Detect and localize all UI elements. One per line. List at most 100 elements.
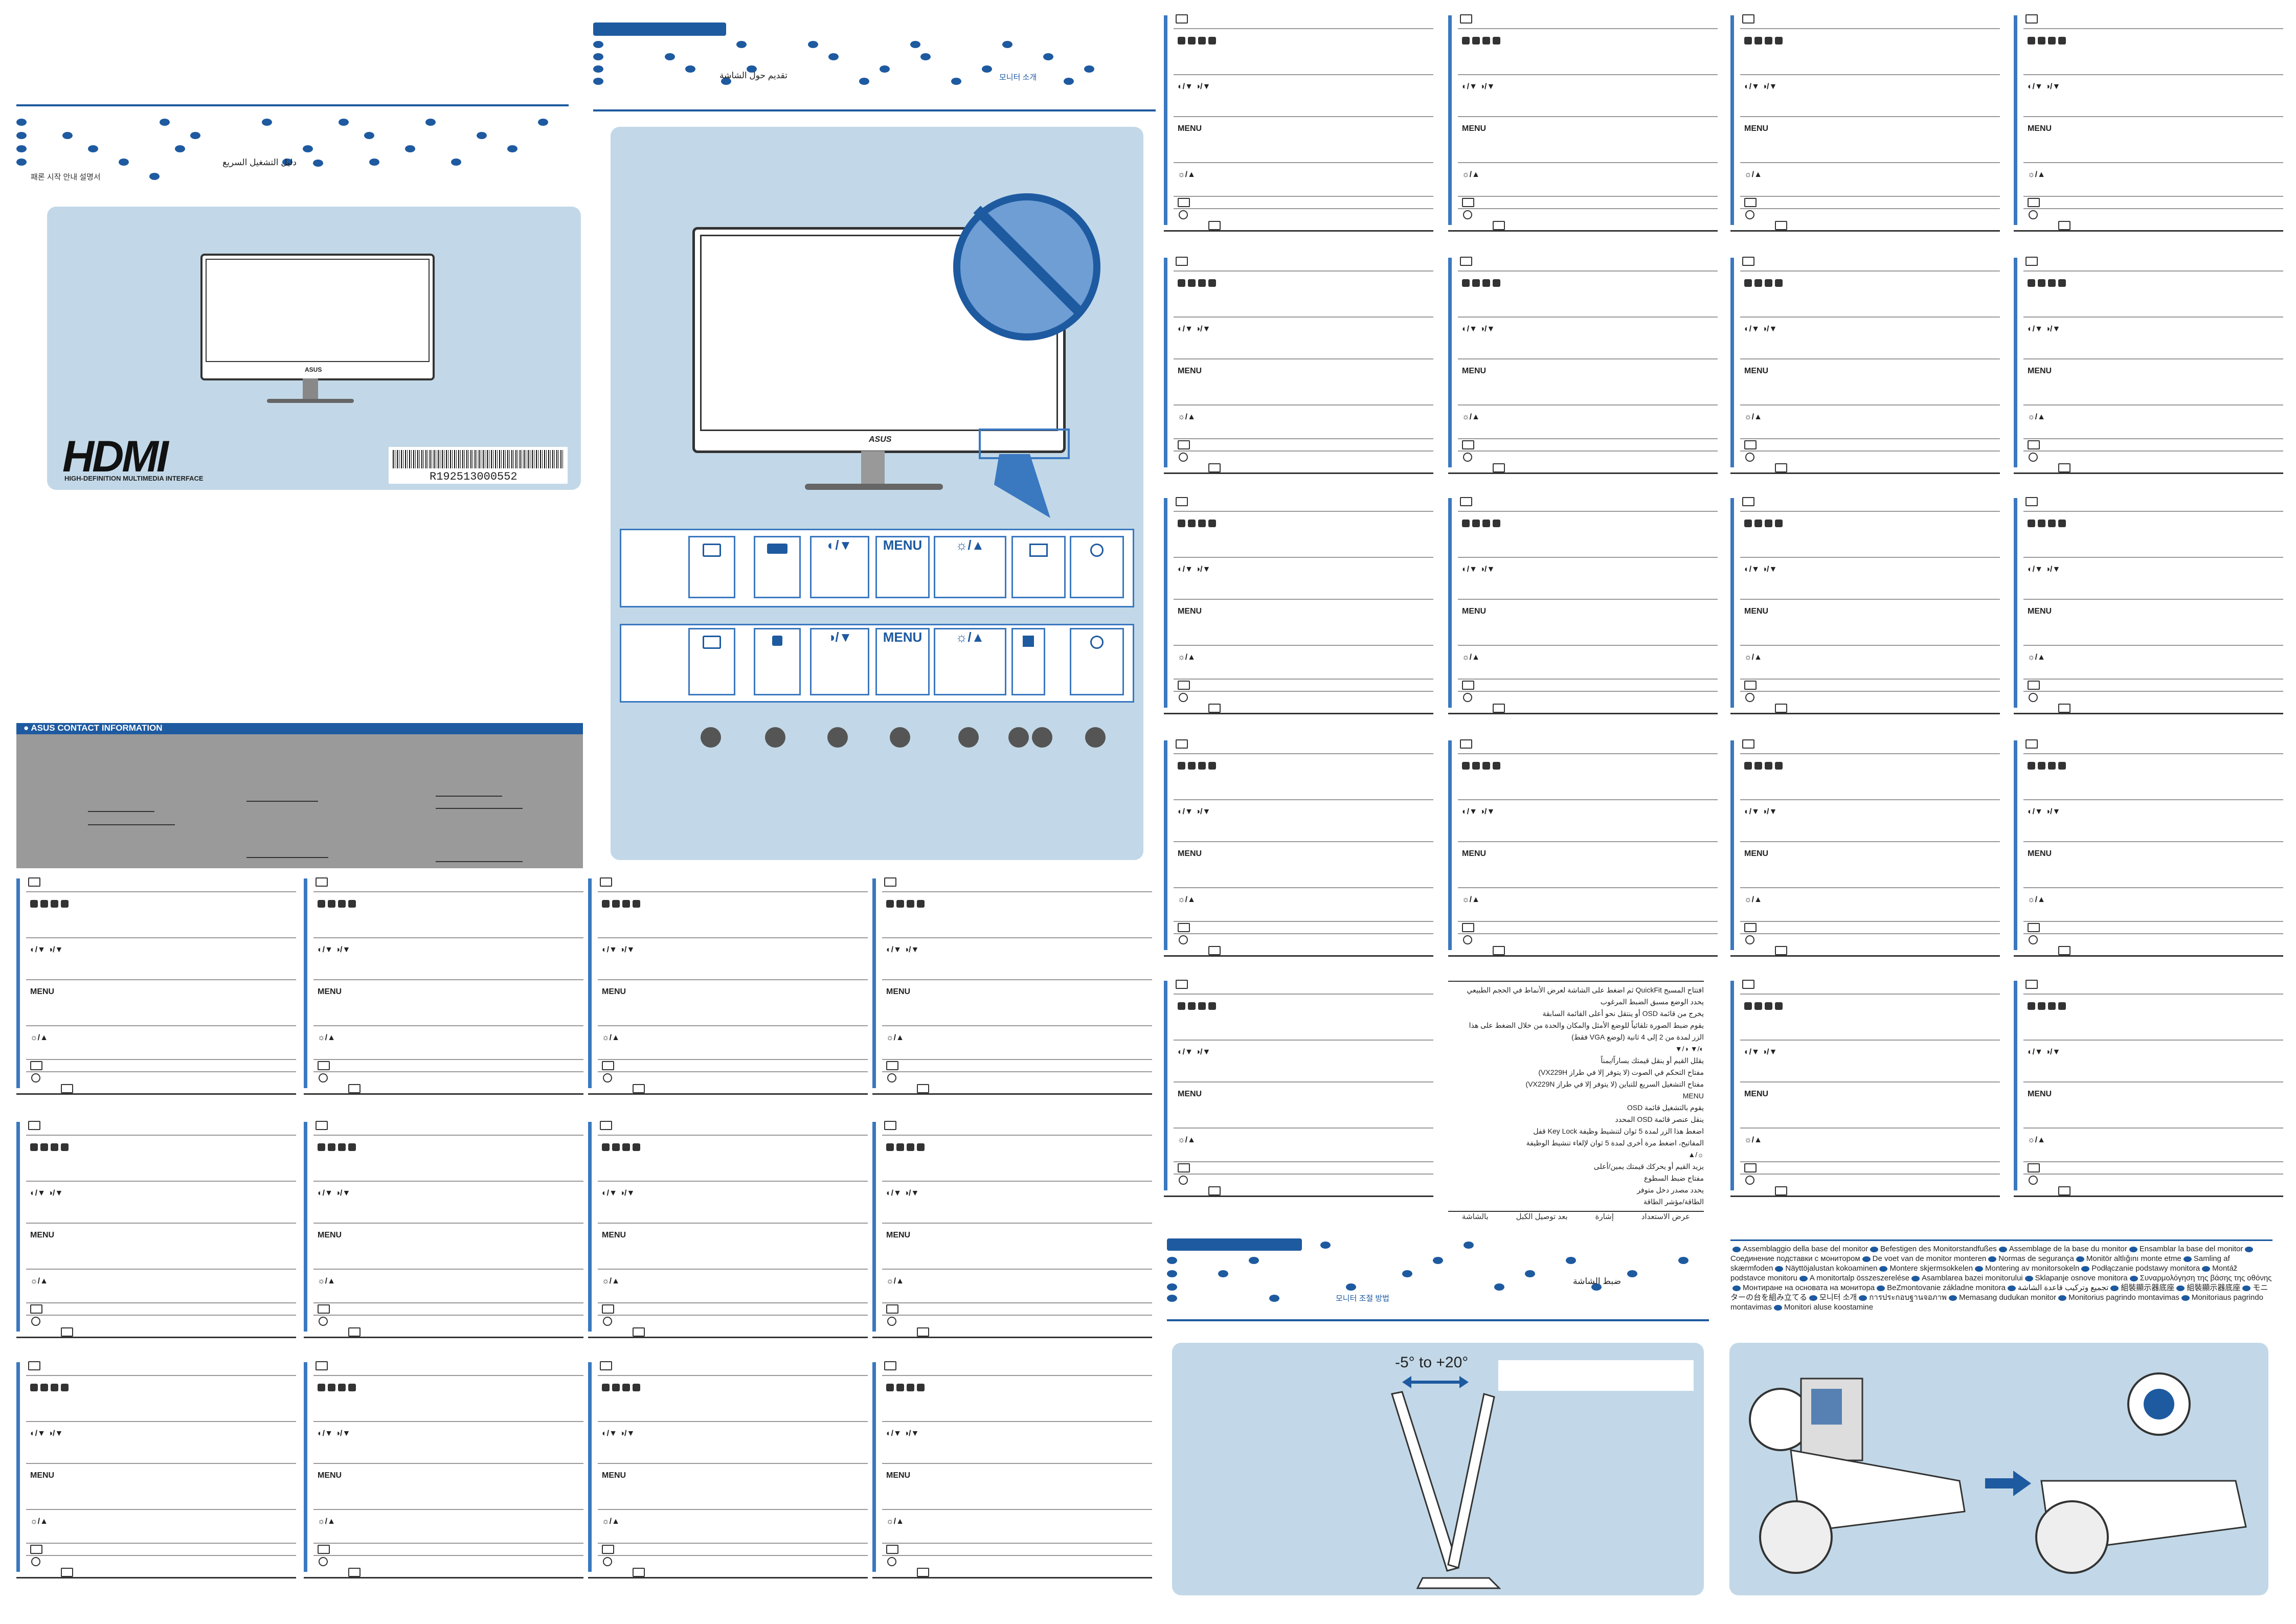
divider-line xyxy=(598,1543,868,1544)
menu-label: MENU xyxy=(1744,124,1769,133)
splendid-icons xyxy=(2028,279,2068,288)
volume-button-top[interactable]: ◐/▼ xyxy=(810,536,869,598)
brightness-label: ☼/▲ xyxy=(1744,170,1762,179)
brightness-label: ☼/▲ xyxy=(2028,653,2045,662)
input-icon xyxy=(1460,497,1472,506)
splendid-icons xyxy=(2028,1002,2068,1011)
quickfit-button-bottom[interactable] xyxy=(1011,628,1045,695)
divider-line xyxy=(598,1071,868,1072)
power-icon xyxy=(2029,210,2038,219)
power-icon xyxy=(2029,453,2038,462)
monitor-illustration: ASUS xyxy=(200,254,435,380)
power-icon xyxy=(1090,544,1104,557)
divider-line xyxy=(1740,645,2000,646)
splendid-icons xyxy=(1178,519,1219,528)
divider-line xyxy=(2023,208,2283,209)
input-button-top[interactable] xyxy=(688,536,735,598)
splendid-icons xyxy=(602,1383,643,1392)
input-select-icon xyxy=(1462,440,1474,449)
menu-button-top[interactable]: MENU xyxy=(875,536,930,598)
input-icon xyxy=(348,1327,361,1337)
splendid-button-top[interactable] xyxy=(754,536,801,598)
splendid-icons xyxy=(602,1143,643,1152)
divider-line xyxy=(882,1315,1152,1316)
power-button-top[interactable] xyxy=(1070,536,1124,598)
divider-line xyxy=(1174,116,1433,117)
assembly-language-item: Podłączanie podstawy monitora xyxy=(2079,1264,2200,1273)
volume-contrast-label: ◐/▼ ◑/▼ xyxy=(886,1429,919,1438)
divider-line xyxy=(598,937,868,938)
brightness-label: ☼/▲ xyxy=(1178,653,1196,662)
divider-line xyxy=(26,1059,296,1060)
power-button-bottom[interactable] xyxy=(1070,628,1124,695)
divider-line xyxy=(2023,450,2283,452)
tilt-korean-label: 모니터 조절 방법 xyxy=(1336,1294,1389,1303)
brightness-label: ☼/▲ xyxy=(318,1517,335,1526)
input-select-icon xyxy=(2028,923,2040,932)
divider-line xyxy=(598,1059,868,1060)
input-icon xyxy=(917,1568,929,1577)
input-icon xyxy=(1460,257,1472,266)
volume-contrast-label: ◐/▼ ◑/▼ xyxy=(602,1429,635,1438)
arabic-instruction-line: يقلل القيم أو ينقل قيمتك يساراً/يمناً xyxy=(1601,1056,1704,1065)
contrast-button-bottom[interactable]: ◑/▼ xyxy=(810,628,869,695)
brightness-label: ☼/▲ xyxy=(1462,653,1480,662)
power-icon xyxy=(1463,693,1472,702)
volume-contrast-label: ◐/▼ ◑/▼ xyxy=(2028,1048,2061,1056)
divider-line xyxy=(1740,116,2000,117)
divider-line xyxy=(598,1315,868,1316)
splendid-icons xyxy=(886,1143,927,1152)
arabic-instruction-line: افتتاح المسبح QuickFit ثم اضغط على الشاش… xyxy=(1467,986,1704,994)
input-select-icon xyxy=(886,1304,898,1314)
arabic-instruction-line: يزيد القيم أو يحركك قيمتك يمين/أعلى xyxy=(1593,1162,1704,1170)
power-icon xyxy=(31,1557,40,1566)
splendid-icons xyxy=(2028,519,2068,528)
input-select-icon xyxy=(318,1061,330,1070)
divider-line xyxy=(882,1071,1152,1072)
menu-label: MENU xyxy=(2028,1090,2052,1098)
input-select-icon xyxy=(602,1545,614,1554)
menu-label: MENU xyxy=(1744,607,1769,616)
divider-line xyxy=(2023,358,2283,359)
input-icon xyxy=(2025,739,2038,749)
assembly-language-item: Asamblarea bazei monitorului xyxy=(1909,1274,2023,1282)
input-icon xyxy=(348,1084,361,1093)
button-description-section: ◐/▼ ◑/▼ MENU ☼/▲ xyxy=(16,1121,296,1338)
input-icon xyxy=(28,877,40,887)
divider-line xyxy=(882,1509,1152,1510)
callout-3 xyxy=(827,727,848,748)
menu-button-bottom[interactable]: MENU xyxy=(875,628,930,695)
intro-arabic-label: تقديم حول الشاشة xyxy=(719,71,787,80)
divider-line xyxy=(1740,404,2000,405)
divider-line xyxy=(598,1509,868,1510)
input-select-button-top[interactable] xyxy=(1011,536,1066,598)
divider-line xyxy=(2023,74,2283,75)
brightness-label: ☼/▲ xyxy=(1178,895,1196,904)
input-icon xyxy=(1742,257,1754,266)
assembly-language-item: 모니터 소개 xyxy=(1807,1293,1857,1302)
power-icon xyxy=(2029,693,2038,702)
input-icon xyxy=(1775,221,1787,230)
brightness-button-bottom[interactable]: ☼/▲ xyxy=(934,628,1006,695)
menu-label: MENU xyxy=(1178,1090,1202,1098)
divider-line xyxy=(1458,116,1718,117)
callout-4 xyxy=(890,727,910,748)
divider-line xyxy=(2023,1174,2283,1175)
input-icon xyxy=(2058,946,2070,955)
assembly-language-item: Monitorius pagrindo montavimas xyxy=(2056,1293,2179,1302)
splendid-button-bottom[interactable] xyxy=(754,628,801,695)
section-footer-rule xyxy=(1164,472,1433,474)
divider-line xyxy=(1174,270,1433,272)
divider-line xyxy=(1174,557,1433,558)
power-icon xyxy=(1745,935,1754,944)
input-button-bottom[interactable] xyxy=(688,628,735,695)
volume-contrast-label: ◐/▼ ◑/▼ xyxy=(2028,82,2061,91)
power-icon xyxy=(31,1317,40,1326)
divider-line xyxy=(598,1269,868,1270)
input-select-icon xyxy=(318,1545,330,1554)
brightness-button-top[interactable]: ☼/▲ xyxy=(934,536,1006,598)
divider-line xyxy=(313,1181,583,1182)
arabic-instruction-line: يقوم ضبط الصورة تلقائياً للوضع الأمثل وا… xyxy=(1469,1021,1704,1029)
section-footer-rule xyxy=(588,1337,868,1338)
input-icon xyxy=(1208,704,1221,713)
